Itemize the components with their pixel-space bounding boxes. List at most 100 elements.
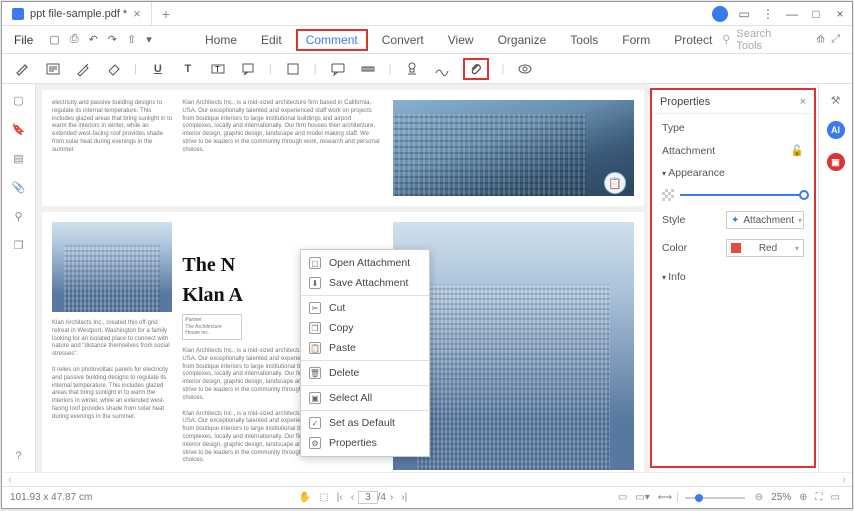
view-mode-icon[interactable]: ▭	[614, 492, 631, 503]
attachment-annotation[interactable]: 📋	[604, 172, 626, 194]
share-icon[interactable]: ⇧	[127, 33, 136, 46]
underline-tool-icon[interactable]: U	[149, 60, 167, 78]
tool-badge-icon[interactable]: ▣	[827, 153, 845, 171]
tab-view[interactable]: View	[438, 29, 484, 51]
help-icon[interactable]: ?	[15, 450, 21, 462]
menubar: File ▢ ⎙ ↶ ↷ ⇧ ▾ Home Edit Comment Conve…	[2, 26, 852, 54]
redo-icon[interactable]: ↷	[108, 33, 117, 46]
zoom-in-icon[interactable]: ⊕	[795, 492, 811, 503]
dropdown-icon[interactable]: ▾	[146, 33, 152, 46]
chat-icon[interactable]: ▭	[734, 4, 754, 24]
ctx-cut[interactable]: ✂Cut	[301, 298, 429, 318]
tab-home[interactable]: Home	[195, 29, 247, 51]
ctx-save-attachment[interactable]: ⬇Save Attachment	[301, 273, 429, 293]
ctx-open-attachment[interactable]: ▢Open Attachment	[301, 253, 429, 273]
next-page-icon[interactable]: ›	[386, 492, 397, 503]
ctx-paste[interactable]: 📋Paste	[301, 338, 429, 358]
document-tab[interactable]: ppt file-sample.pdf * ×	[2, 2, 152, 26]
page-current[interactable]: 3	[358, 491, 378, 504]
prev-page-icon[interactable]: ‹	[347, 492, 358, 503]
building-image	[393, 100, 634, 196]
comment-toolbar: | U T T | | | |	[2, 54, 852, 84]
undo-icon[interactable]: ↶	[89, 33, 98, 46]
cloud-icon[interactable]: ⟰	[816, 33, 825, 46]
info-section[interactable]: Info	[662, 271, 804, 283]
bookmarks-icon[interactable]: 🔖	[12, 123, 26, 136]
context-menu: ▢Open Attachment ⬇Save Attachment ✂Cut ❐…	[300, 249, 430, 457]
measure-tool-icon[interactable]	[359, 60, 377, 78]
last-page-icon[interactable]: ›|	[397, 492, 411, 503]
signature-tool-icon[interactable]	[433, 60, 451, 78]
ctx-set-default[interactable]: ✓Set as Default	[301, 413, 429, 433]
text-column: Klan Architects Inc., created this off-g…	[52, 320, 172, 359]
layers-icon[interactable]: ▤	[13, 152, 23, 165]
attachments-icon[interactable]: 📎	[12, 181, 26, 194]
note-tool-icon[interactable]	[44, 60, 62, 78]
user-avatar[interactable]	[712, 6, 728, 22]
ctx-properties[interactable]: ⚙Properties	[301, 433, 429, 453]
views-icon[interactable]: ❐	[14, 239, 24, 252]
statusbar: 101.93 x 47.87 cm ✋ ⬚ |‹ ‹ 3 /4 › ›| ▭ ▭…	[2, 486, 852, 508]
building-image-small	[52, 222, 172, 312]
text-column: It relies on photovoltaic panels for ele…	[52, 367, 172, 422]
properties-panel: Properties × Type Attachment 🔓 Appearanc…	[650, 88, 816, 468]
hand-tool-icon[interactable]: ✋	[295, 492, 315, 503]
zoom-slider[interactable]	[685, 497, 745, 499]
reading-mode-icon[interactable]: ▭	[827, 492, 844, 503]
document-viewport[interactable]: electricity and passive building designs…	[36, 84, 650, 472]
shape-tool-icon[interactable]	[284, 60, 302, 78]
color-select[interactable]: Red ▾	[726, 239, 804, 257]
stamp-tool-icon[interactable]	[403, 60, 421, 78]
expand-icon[interactable]: ⤢	[831, 33, 840, 46]
tab-edit[interactable]: Edit	[251, 29, 292, 51]
fit-width-icon[interactable]: ⟷	[654, 492, 676, 503]
first-page-icon[interactable]: |‹	[333, 492, 347, 503]
maximize-button[interactable]: □	[806, 4, 826, 24]
settings-icon[interactable]: ⚒	[831, 94, 841, 107]
textbox-tool-icon[interactable]: T	[209, 60, 227, 78]
save-icon[interactable]: ▢	[49, 33, 59, 46]
text-tool-icon[interactable]: T	[179, 60, 197, 78]
hide-comments-icon[interactable]	[516, 60, 534, 78]
ctx-delete[interactable]: 🗑Delete	[301, 363, 429, 383]
view-mode2-icon[interactable]: ▭▾	[631, 492, 653, 503]
zoom-value[interactable]: 25%	[767, 492, 795, 503]
minimize-button[interactable]: —	[782, 4, 802, 24]
print-icon[interactable]: ⎙	[70, 33, 79, 46]
tab-organize[interactable]: Organize	[488, 29, 557, 51]
text-column: Klan Architects Inc., is a mid-sized arc…	[182, 100, 383, 196]
attachment-tool-icon[interactable]	[463, 58, 489, 80]
pencil-tool-icon[interactable]	[74, 60, 92, 78]
callout-tool-icon[interactable]	[239, 60, 257, 78]
ai-badge-icon[interactable]: AI	[827, 121, 845, 139]
ctx-copy[interactable]: ❐Copy	[301, 318, 429, 338]
horizontal-scrollbar[interactable]: ‹›	[2, 472, 852, 486]
close-tab-icon[interactable]: ×	[133, 6, 141, 21]
highlight-tool-icon[interactable]	[14, 60, 32, 78]
tab-comment[interactable]: Comment	[296, 29, 368, 51]
comment-bubble-icon[interactable]	[329, 60, 347, 78]
tab-protect[interactable]: Protect	[664, 29, 722, 51]
file-menu[interactable]: File	[6, 33, 41, 47]
type-value: Attachment	[662, 145, 715, 157]
thumbnails-icon[interactable]: ▢	[13, 94, 23, 107]
eraser-tool-icon[interactable]	[104, 60, 122, 78]
tab-tools[interactable]: Tools	[560, 29, 608, 51]
search-placeholder[interactable]: Search Tools	[736, 28, 787, 52]
ctx-select-all[interactable]: ▣Select All	[301, 388, 429, 408]
style-select[interactable]: ✦ Attachment ▾	[726, 211, 804, 229]
tab-convert[interactable]: Convert	[372, 29, 434, 51]
zoom-out-icon[interactable]: ⊖	[751, 492, 767, 503]
fullscreen-icon[interactable]: ⛶	[812, 492, 827, 503]
lock-icon[interactable]: 🔓	[791, 144, 804, 157]
appearance-section[interactable]: Appearance	[662, 167, 804, 179]
tab-form[interactable]: Form	[612, 29, 660, 51]
close-window-button[interactable]: ×	[830, 4, 850, 24]
search-panel-icon[interactable]: ⚲	[14, 210, 22, 223]
opacity-slider[interactable]	[662, 189, 804, 201]
select-tool-icon[interactable]: ⬚	[315, 492, 332, 503]
close-properties-icon[interactable]: ×	[800, 96, 806, 108]
new-tab-button[interactable]: +	[152, 6, 180, 22]
card: PartnerThe ArchitectureHouse Inc.	[182, 314, 242, 340]
more-icon[interactable]: ⋮	[758, 4, 778, 24]
